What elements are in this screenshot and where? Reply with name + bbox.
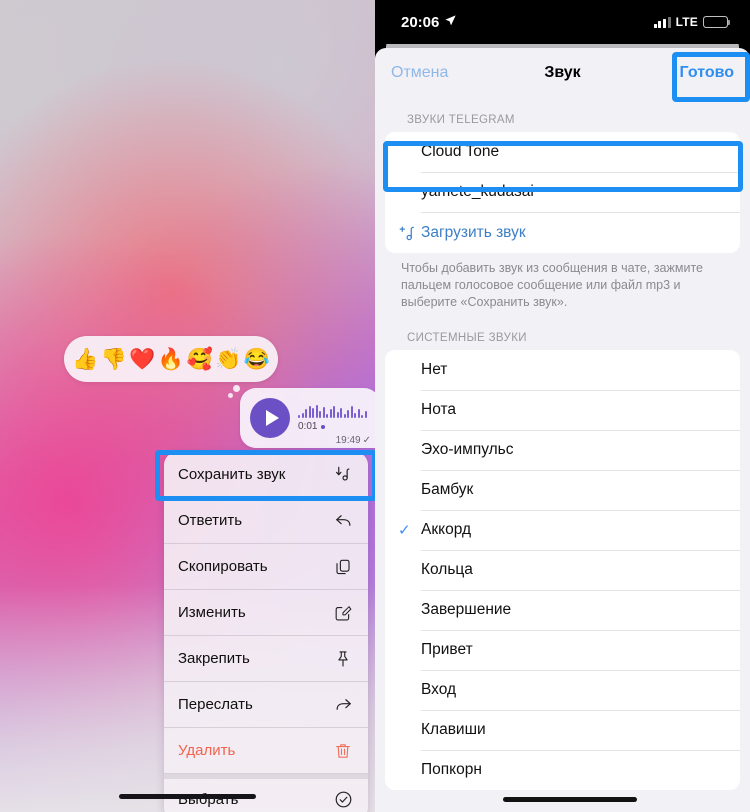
context-menu-item-edit[interactable]: Изменить (164, 590, 368, 636)
system-sound-row-akkord[interactable]: ✓ Аккорд (385, 510, 740, 550)
context-menu-item-delete[interactable]: Удалить (164, 728, 368, 774)
message-time-text: 19:49 (335, 435, 361, 446)
forward-icon (332, 694, 354, 716)
telegram-sounds-helper-text: Чтобы добавить звук из сообщения в чате,… (401, 261, 703, 309)
system-sounds-header: СИСТЕМНЫЕ ЗВУКИ (407, 332, 527, 345)
reaction-thumbs-up-icon[interactable]: 👍 (72, 349, 98, 370)
reaction-red-heart-icon[interactable]: ❤️ (129, 349, 155, 370)
telegram-sounds-group: Cloud Tone yamete_kudasai Загрузить звук (385, 132, 740, 253)
reaction-face-with-tears-of-joy-icon[interactable]: 😂 (244, 349, 270, 370)
system-sound-row-eho-impuls[interactable]: Эхо-импульс (385, 430, 740, 470)
system-sound-label: Попкорн (421, 761, 482, 779)
system-sound-label: Привет (421, 641, 473, 659)
copy-icon (332, 556, 354, 578)
system-sound-label: Нет (421, 361, 448, 379)
chat-screen-left: 👍 👎 ❤️ 🔥 🥰 👏 😂 0:01 19:49 ✓ Сохранить зв… (0, 0, 375, 812)
context-menu-label: Удалить (178, 742, 236, 759)
system-sound-row-vhod[interactable]: Вход (385, 670, 740, 710)
voice-duration-text: 0:01 (298, 421, 318, 432)
music-note-plus-icon (395, 223, 421, 243)
context-menu-label: Скопировать (178, 558, 268, 575)
context-menu-label: Изменить (178, 604, 246, 621)
status-bar-right: LTE (653, 15, 731, 29)
system-sound-row-koltsa[interactable]: Кольца (385, 550, 740, 590)
reaction-clapping-hands-icon[interactable]: 👏 (215, 349, 241, 370)
battery-icon (703, 16, 731, 28)
waveform-icon[interactable] (298, 404, 367, 418)
sound-picker-sheet: Отмена Звук Готово ЗВУКИ TELEGRAM Cloud … (375, 48, 750, 812)
status-bar: 20:06 LTE (375, 0, 750, 44)
voice-duration: 0:01 (298, 421, 367, 432)
upload-sound-label: Загрузить звук (421, 223, 526, 241)
context-menu-label: Закрепить (178, 650, 250, 667)
system-sound-label: Аккорд (421, 521, 472, 539)
voice-message-bubble[interactable]: 0:01 19:49 ✓ (240, 388, 375, 448)
unplayed-dot-icon (321, 424, 326, 429)
context-menu-label: Сохранить звук (178, 466, 286, 483)
cellular-signal-icon (653, 16, 671, 28)
context-menu-label: Ответить (178, 512, 243, 529)
system-sound-row-net[interactable]: Нет (385, 350, 740, 390)
bubble-tail-dot-small (228, 393, 233, 398)
location-arrow-icon (444, 14, 457, 31)
done-button[interactable]: Готово (680, 64, 734, 82)
reaction-smiling-face-with-hearts-icon[interactable]: 🥰 (186, 349, 212, 370)
home-indicator-left (119, 794, 256, 799)
upload-sound-row[interactable]: Загрузить звук (385, 212, 740, 253)
system-sound-label: Вход (421, 681, 457, 699)
system-sound-row-nota[interactable]: Нота (385, 390, 740, 430)
screenshot-root: 👍 👎 ❤️ 🔥 🥰 👏 😂 0:01 19:49 ✓ Сохранить зв… (0, 0, 750, 812)
system-sound-label: Клавиши (421, 721, 486, 739)
context-menu-label: Переслать (178, 696, 253, 713)
system-sound-row-bambuk[interactable]: Бамбук (385, 470, 740, 510)
status-bar-left: 20:06 (401, 14, 457, 31)
context-menu-item-reply[interactable]: Ответить (164, 498, 368, 544)
context-menu-item-save-sound[interactable]: Сохранить звук (164, 452, 368, 498)
sound-settings-screen-right: 20:06 LTE Отмена Звук Готово ЗВУКИ TELEG… (375, 0, 750, 812)
message-timestamp: 19:49 ✓ (336, 435, 371, 446)
context-menu-item-select[interactable]: Выбрать (164, 774, 368, 812)
sound-row-label: Cloud Tone (421, 143, 500, 160)
sound-row-cloud-tone[interactable]: Cloud Tone (385, 132, 740, 172)
system-sound-label: Эхо-импульс (421, 441, 514, 459)
context-menu-item-copy[interactable]: Скопировать (164, 544, 368, 590)
select-circle-check-icon (332, 789, 354, 811)
context-menu-item-pin[interactable]: Закрепить (164, 636, 368, 682)
system-sounds-group: Нет Нота Эхо-импульс Бамбук ✓ Аккорд Кол… (385, 350, 740, 791)
edit-icon (332, 602, 354, 624)
message-sent-check-icon: ✓ (362, 435, 371, 446)
trash-icon (332, 740, 354, 762)
system-sound-row-privet[interactable]: Привет (385, 630, 740, 670)
sound-row-yamete-kudasai[interactable]: yamete_kudasai (385, 172, 740, 212)
reaction-thumbs-down-icon[interactable]: 👎 (101, 349, 127, 370)
bubble-tail-dot-large (233, 385, 240, 392)
home-indicator-right (503, 797, 637, 802)
reply-icon (332, 510, 354, 532)
system-sound-row-popkorn[interactable]: Попкорн (385, 750, 740, 790)
system-sound-row-zavershenie[interactable]: Завершение (385, 590, 740, 630)
system-sound-row-klavishi[interactable]: Клавиши (385, 710, 740, 750)
system-sound-label: Нота (421, 401, 457, 419)
sheet-nav-bar: Отмена Звук Готово (375, 48, 750, 98)
save-sound-icon (332, 464, 354, 486)
reaction-fire-icon[interactable]: 🔥 (158, 349, 184, 370)
network-type-label: LTE (675, 15, 698, 29)
play-triangle-icon (265, 410, 279, 426)
system-sound-label: Завершение (421, 601, 512, 619)
message-context-menu[interactable]: Сохранить звук Ответить Скопировать Изме… (164, 452, 368, 812)
system-sound-label: Бамбук (421, 481, 474, 499)
pin-icon (332, 648, 354, 670)
selected-checkmark-icon: ✓ (398, 522, 411, 540)
sound-row-label: yamete_kudasai (421, 183, 534, 200)
status-bar-time: 20:06 (401, 13, 440, 31)
telegram-sounds-header: ЗВУКИ TELEGRAM (407, 114, 515, 126)
cancel-button[interactable]: Отмена (391, 64, 448, 82)
context-menu-item-forward[interactable]: Переслать (164, 682, 368, 728)
play-button[interactable] (250, 398, 290, 438)
reaction-bar[interactable]: 👍 👎 ❤️ 🔥 🥰 👏 😂 (64, 336, 278, 382)
system-sound-label: Кольца (421, 561, 473, 579)
voice-message-body: 0:01 (298, 404, 367, 432)
